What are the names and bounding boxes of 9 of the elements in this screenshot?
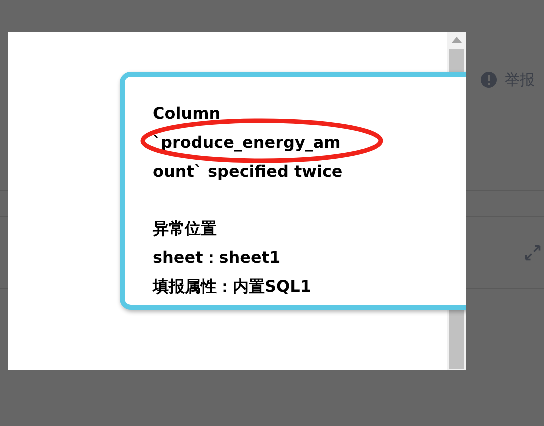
error-detail: sheet：sheet1 (153, 247, 282, 269)
expand-icon[interactable] (524, 244, 542, 262)
error-message-line: ount` specified twice (153, 161, 343, 183)
error-message-line: `produce_energy_am (153, 132, 341, 154)
scroll-up-icon[interactable] (452, 37, 462, 43)
warning-icon (481, 72, 497, 88)
error-detail: 异常位置 (153, 218, 218, 240)
error-message-line: Column (153, 103, 221, 125)
error-detail: 填报属性：内置SQL1 (153, 276, 312, 298)
